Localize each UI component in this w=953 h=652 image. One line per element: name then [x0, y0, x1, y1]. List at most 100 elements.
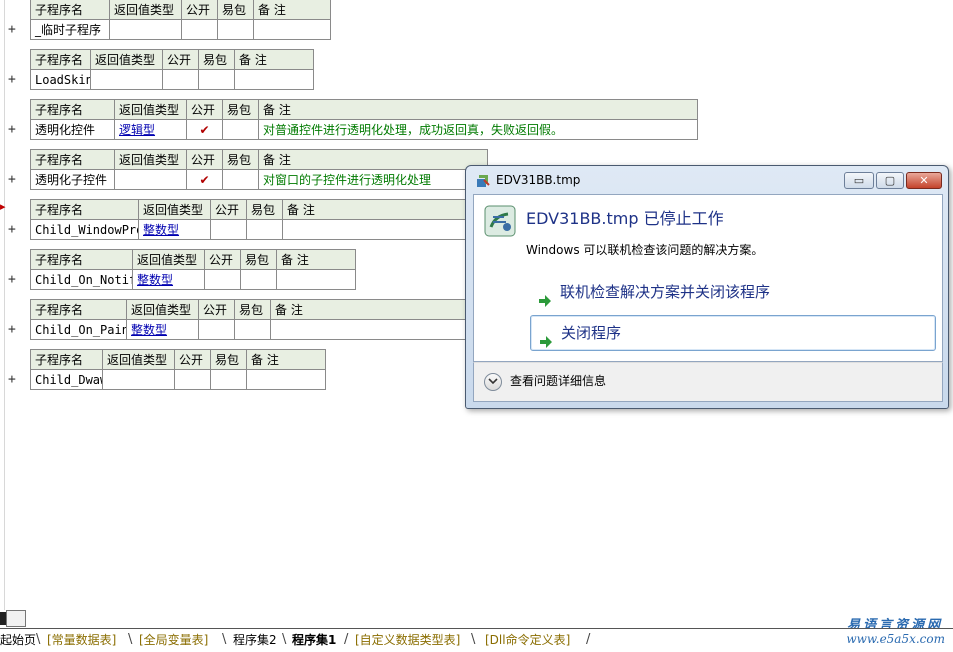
expand-toggle[interactable]: +: [8, 23, 20, 37]
col-header-remark: 备 注: [234, 49, 314, 70]
col-header-return-type: 返回值类型: [114, 99, 187, 120]
subroutine-easy-pack-cell[interactable]: [240, 269, 277, 290]
expand-toggle[interactable]: +: [8, 273, 20, 287]
subroutine-public-cell[interactable]: [198, 319, 235, 340]
online-check-option[interactable]: 联机检查解决方案并关闭该程序: [530, 275, 936, 311]
col-header-remark: 备 注: [276, 249, 356, 270]
tab-start-page[interactable]: 起始页: [0, 630, 40, 650]
col-header-return-type: 返回值类型: [132, 249, 205, 270]
col-header-public: 公开: [174, 349, 211, 370]
scroll-thumb[interactable]: [6, 610, 26, 627]
public-check-icon[interactable]: ✔: [186, 119, 223, 140]
minimize-button[interactable]: ▭: [844, 172, 874, 189]
subroutine-remark[interactable]: [253, 19, 331, 40]
app-icon: [475, 173, 491, 189]
subroutine-public-cell[interactable]: [204, 269, 241, 290]
subroutine-public-cell[interactable]: [162, 69, 199, 90]
subroutine-return-type[interactable]: 逻辑型: [114, 119, 187, 140]
subroutine-table: 子程序名 返回值类型 公开 易包 备 注 Child_Dwaw: [30, 349, 326, 390]
col-header-public: 公开: [210, 199, 247, 220]
subroutine-name[interactable]: Child_On_Notify: [30, 269, 133, 290]
subroutine-public-cell[interactable]: [210, 219, 247, 240]
subroutine-remark[interactable]: [234, 69, 314, 90]
subroutine-return-type[interactable]: 整数型: [138, 219, 211, 240]
dialog-subline: Windows 可以联机检查该问题的解决方案。: [526, 243, 764, 257]
subroutine-remark[interactable]: [270, 319, 471, 340]
subroutine-remark[interactable]: 对窗口的子控件进行透明化处理: [258, 169, 488, 190]
tab-constants[interactable]: [常量数据表]: [43, 630, 120, 650]
subroutine-easy-pack-cell[interactable]: [222, 119, 259, 140]
col-header-public: 公开: [198, 299, 235, 320]
expand-toggle[interactable]: +: [8, 73, 20, 87]
tab-dll-commands[interactable]: [Dll命令定义表]: [481, 630, 574, 650]
subroutine-return-type[interactable]: [109, 19, 182, 40]
col-header-easy-pack: 易包: [240, 249, 277, 270]
col-header-easy-pack: 易包: [217, 0, 254, 20]
expand-toggle[interactable]: +: [8, 323, 20, 337]
green-arrow-icon: [539, 327, 553, 348]
col-header-remark: 备 注: [258, 149, 488, 170]
cursor-marker: ▸: [0, 200, 6, 213]
subroutine-table: 子程序名 返回值类型 公开 易包 备 注 Child_On_Notify 整数型: [30, 249, 356, 290]
subroutine-remark[interactable]: [246, 369, 326, 390]
subroutine-name[interactable]: Child_On_Paint: [30, 319, 127, 340]
subroutine-easy-pack-cell[interactable]: [210, 369, 247, 390]
subroutine-table: 子程序名 返回值类型 公开 易包 备 注 透明化控件 逻辑型 ✔ 对普通控件进行…: [30, 99, 698, 140]
col-header-easy-pack: 易包: [234, 299, 271, 320]
subroutine-return-type[interactable]: [90, 69, 163, 90]
tab-program-set-2[interactable]: 程序集2: [229, 630, 281, 650]
subroutine-name[interactable]: Child_WindowProc: [30, 219, 139, 240]
close-program-label: 关闭程序: [561, 324, 622, 342]
subroutine-name[interactable]: Child_Dwaw: [30, 369, 103, 390]
tab-separator: \: [471, 632, 476, 647]
subroutine-easy-pack-cell[interactable]: [198, 69, 235, 90]
expand-toggle[interactable]: +: [8, 173, 20, 187]
subroutine-public-cell[interactable]: [181, 19, 218, 40]
col-header-return-type: 返回值类型: [126, 299, 199, 320]
tab-globals[interactable]: [全局变量表]: [135, 630, 212, 650]
tab-custom-types[interactable]: [自定义数据类型表]: [351, 630, 464, 650]
subroutine-return-type[interactable]: [102, 369, 175, 390]
horizontal-scrollbar[interactable]: [0, 610, 953, 628]
dialog-titlebar[interactable]: EDV31BB.tmp ▭ ▢ ✕: [466, 166, 948, 194]
col-header-name: 子程序名: [30, 49, 91, 70]
subroutine-table: 子程序名 返回值类型 公开 易包 备 注 Child_On_Paint 整数型: [30, 299, 471, 340]
close-button[interactable]: ✕: [906, 172, 942, 189]
subroutine-table: 子程序名 返回值类型 公开 易包 备 注 透明化子控件 ✔ 对窗口的子控件进行透…: [30, 149, 488, 190]
subroutine-remark[interactable]: [282, 219, 471, 240]
tab-separator: /: [344, 632, 349, 647]
maximize-button[interactable]: ▢: [876, 172, 904, 189]
subroutine-easy-pack-cell[interactable]: [234, 319, 271, 340]
subroutine-name[interactable]: LoadSkin: [30, 69, 91, 90]
subroutine-public-cell[interactable]: [174, 369, 211, 390]
public-check-icon[interactable]: ✔: [186, 169, 223, 190]
close-program-option[interactable]: 关闭程序: [530, 315, 936, 351]
col-header-name: 子程序名: [30, 149, 115, 170]
subroutine-return-type[interactable]: [114, 169, 187, 190]
green-arrow-icon: [538, 286, 552, 307]
subroutine-name[interactable]: 透明化子控件: [30, 169, 115, 190]
subroutine-remark[interactable]: [276, 269, 356, 290]
expand-toggle[interactable]: +: [8, 373, 20, 387]
col-header-public: 公开: [204, 249, 241, 270]
subroutine-remark[interactable]: 对普通控件进行透明化处理，成功返回真，失败返回假。: [258, 119, 698, 140]
subroutine-name[interactable]: _临时子程序: [30, 19, 110, 40]
expand-toggle[interactable]: +: [8, 123, 20, 137]
subroutine-return-type[interactable]: 整数型: [132, 269, 205, 290]
col-header-remark: 备 注: [258, 99, 698, 120]
subroutine-name[interactable]: 透明化控件: [30, 119, 115, 140]
col-header-easy-pack: 易包: [198, 49, 235, 70]
col-header-return-type: 返回值类型: [114, 149, 187, 170]
subroutine-easy-pack-cell[interactable]: [217, 19, 254, 40]
subroutine-return-type[interactable]: 整数型: [126, 319, 199, 340]
col-header-public: 公开: [186, 149, 223, 170]
subroutine-table: 子程序名 返回值类型 公开 易包 备 注 _临时子程序: [30, 0, 331, 40]
expand-toggle[interactable]: +: [8, 223, 20, 237]
online-check-label: 联机检查解决方案并关闭该程序: [560, 283, 771, 301]
col-header-remark: 备 注: [282, 199, 471, 220]
watermark-url: www.e5a5x.com: [846, 632, 945, 646]
subroutine-easy-pack-cell[interactable]: [222, 169, 259, 190]
view-details-toggle[interactable]: 查看问题详细信息: [484, 372, 606, 391]
subroutine-easy-pack-cell[interactable]: [246, 219, 283, 240]
tab-program-set-1[interactable]: 程序集1: [288, 630, 340, 650]
